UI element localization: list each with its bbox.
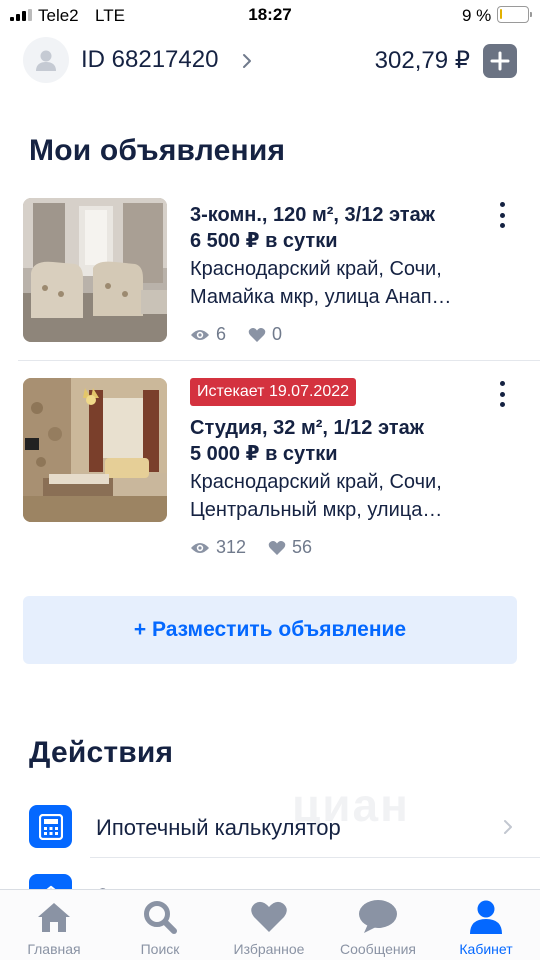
listing-menu-button[interactable]	[494, 379, 510, 409]
listing-address-line: Центральный мкр, улица…	[190, 499, 443, 521]
listing-info[interactable]: 3-комн., 120 м², 3/12 этаж 6 500 ₽ в сут…	[190, 202, 490, 345]
eye-icon	[191, 542, 209, 553]
tab-label: Главная	[27, 941, 81, 957]
listing-title[interactable]: Студия, 32 м², 1/12 этаж	[190, 415, 490, 441]
plus-icon	[490, 51, 510, 71]
user-placeholder-icon	[36, 50, 56, 71]
my-listings-title: Мои объявления	[29, 134, 286, 167]
listing-address: Краснодарский край, Сочи, Мамайка мкр, у…	[190, 255, 490, 311]
views-stat: 312	[190, 537, 246, 558]
views-stat: 6	[190, 324, 226, 345]
eye-icon	[191, 329, 209, 340]
favorites-stat: 0	[248, 324, 282, 345]
action-label: Ипотечный калькулятор	[96, 815, 341, 840]
listing-title[interactable]: 3-комн., 120 м², 3/12 этаж	[190, 202, 490, 228]
actions-title: Действия	[29, 736, 174, 769]
listing-stats: 312 56	[190, 537, 490, 558]
listing-photo[interactable]	[23, 378, 167, 522]
listing-address: Краснодарский край, Сочи, Центральный мк…	[190, 468, 490, 524]
listing-address-line: Краснодарский край, Сочи,	[190, 471, 442, 493]
favorites-count: 0	[272, 324, 283, 344]
tab-label: Кабинет	[459, 941, 513, 957]
wallet-balance[interactable]: 302,79 ₽	[375, 46, 470, 75]
post-listing-button[interactable]: + Разместить объявление	[23, 596, 517, 664]
tab-label: Избранное	[233, 941, 305, 957]
favorites-count: 56	[292, 537, 313, 557]
account-header[interactable]: ID 68217420 302,79 ₽	[0, 36, 540, 86]
battery-level-fill	[500, 9, 502, 19]
listing-address-line: Мамайка мкр, улица Анап…	[190, 286, 452, 308]
listing-menu-button[interactable]	[494, 200, 510, 230]
views-count: 312	[216, 537, 247, 557]
mortgage-calculator-item[interactable]: Ипотечный калькулятор	[0, 797, 540, 857]
listing-card[interactable]: Истекает 19.07.2022 Студия, 32 м², 1/12 …	[0, 378, 540, 558]
tab-search[interactable]: Поиск	[106, 890, 214, 960]
favorites-stat: 56	[268, 537, 312, 558]
clock: 18:27	[248, 5, 292, 24]
heart-icon	[249, 899, 289, 935]
tab-bar: Главная Поиск Избранное Сообщения Кабине…	[0, 889, 540, 960]
views-count: 6	[216, 324, 227, 344]
listing-price: 6 500 ₽ в сутки	[190, 230, 338, 252]
tab-messages[interactable]: Сообщения	[324, 890, 432, 960]
heart-icon	[248, 327, 266, 342]
listing-address-line: Краснодарский край, Сочи,	[190, 258, 442, 280]
home-icon	[36, 899, 72, 935]
expiry-badge: Истекает 19.07.2022	[190, 378, 357, 406]
tab-cabinet[interactable]: Кабинет	[432, 890, 540, 960]
chevron-right-icon	[504, 820, 512, 834]
listing-divider	[18, 360, 540, 361]
listing-info[interactable]: Истекает 19.07.2022 Студия, 32 м², 1/12 …	[190, 378, 490, 558]
action-divider	[90, 857, 540, 858]
tab-label: Поиск	[140, 941, 180, 957]
battery-percent: 9 %	[462, 6, 492, 25]
listing-photo[interactable]	[23, 198, 167, 342]
status-bar: Tele2 LTE 18:27 9 %	[0, 0, 540, 30]
calculator-icon	[29, 805, 72, 848]
tab-favorites[interactable]: Избранное	[215, 890, 323, 960]
user-icon	[468, 899, 504, 935]
listing-card[interactable]: 3-комн., 120 м², 3/12 этаж 6 500 ₽ в сут…	[0, 198, 540, 360]
search-icon	[142, 899, 178, 935]
listing-stats: 6 0	[190, 324, 490, 345]
tab-label: Сообщения	[340, 941, 416, 957]
tab-home[interactable]: Главная	[0, 890, 108, 960]
chat-icon	[358, 899, 398, 935]
user-id[interactable]: ID 68217420	[81, 46, 218, 74]
top-up-balance-button[interactable]	[483, 44, 517, 78]
chevron-right-icon[interactable]	[242, 53, 252, 69]
listing-price: 5 000 ₽ в сутки	[190, 443, 338, 465]
heart-icon	[268, 540, 286, 555]
battery-icon	[497, 6, 532, 23]
avatar[interactable]	[23, 37, 69, 83]
